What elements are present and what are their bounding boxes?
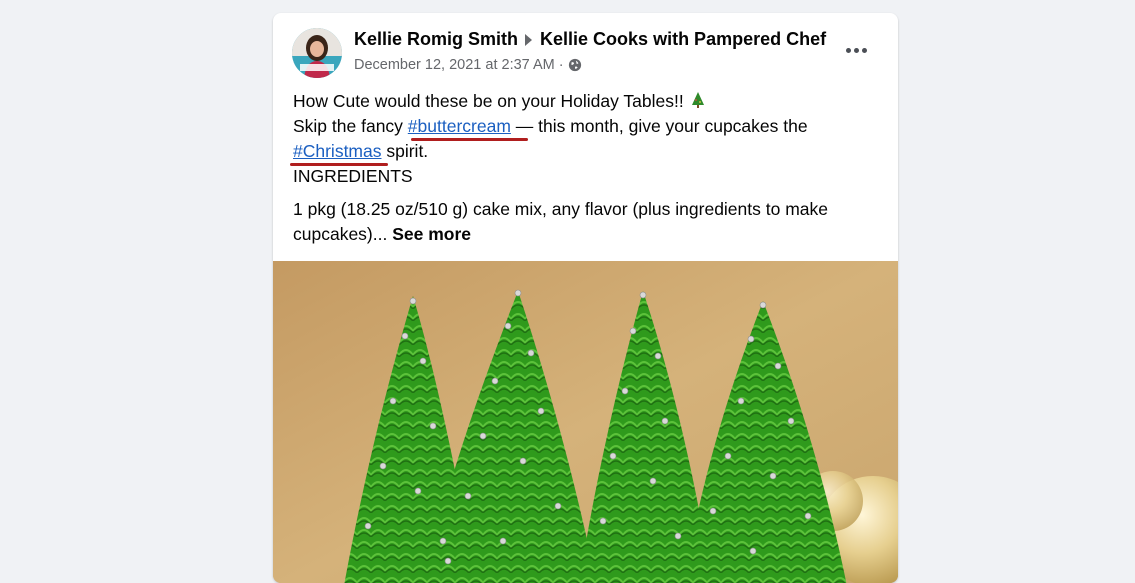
- post-line-3: #Christmas spirit.: [293, 141, 429, 161]
- caret-right-icon: [525, 33, 533, 46]
- group-name[interactable]: Kellie Cooks with Pampered Chef: [540, 29, 826, 50]
- christmas-tree-icon: [691, 92, 704, 108]
- hashtag-buttercream-link[interactable]: #buttercream: [408, 116, 511, 136]
- author-name[interactable]: Kellie Romig Smith: [354, 29, 518, 50]
- post-line-4: INGREDIENTS: [293, 166, 413, 186]
- post-title-line: Kellie Romig Smith Kellie Cooks with Pam…: [354, 29, 826, 50]
- post-header: Kellie Romig Smith Kellie Cooks with Pam…: [273, 13, 898, 83]
- hashtag-christmas-link[interactable]: #Christmas: [293, 141, 382, 161]
- post-paragraph-2: 1 pkg (18.25 oz/510 g) cake mix, any fla…: [293, 199, 828, 244]
- post-photo[interactable]: [273, 261, 898, 583]
- meta-separator: ·: [558, 57, 564, 73]
- red-underline-annotation-1: [411, 138, 528, 141]
- globe-icon: [568, 58, 581, 72]
- avatar-image: [292, 28, 342, 78]
- post-meta: December 12, 2021 at 2:37 AM ·: [354, 57, 582, 73]
- author-avatar[interactable]: [292, 28, 342, 78]
- more-options-icon: [845, 47, 851, 53]
- post-text: How Cute would these be on your Holiday …: [293, 89, 883, 247]
- post-line-1: How Cute would these be on your Holiday …: [293, 89, 883, 114]
- red-underline-annotation-2: [290, 163, 388, 166]
- post-card: Kellie Romig Smith Kellie Cooks with Pam…: [273, 13, 898, 583]
- more-options-button[interactable]: [838, 38, 874, 62]
- post-line-2: Skip the fancy #buttercream — this month…: [293, 116, 808, 136]
- see-more-link[interactable]: See more: [392, 224, 471, 244]
- post-timestamp[interactable]: December 12, 2021 at 2:37 AM: [354, 57, 555, 73]
- cupcake-trees-image: [273, 261, 898, 583]
